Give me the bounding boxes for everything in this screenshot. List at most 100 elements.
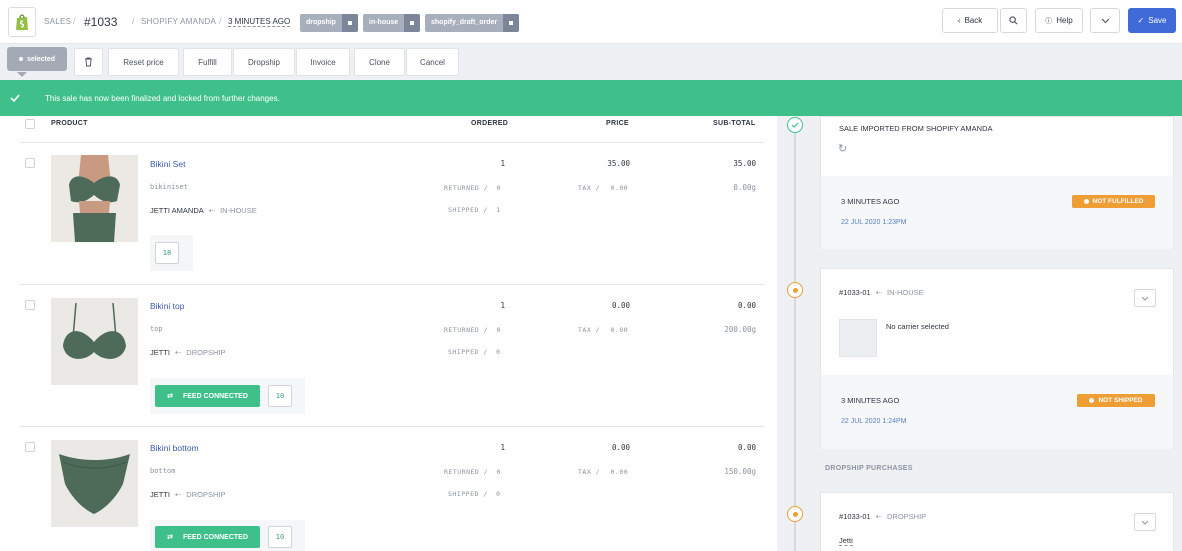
fulfillment-menu-button[interactable] xyxy=(1134,289,1156,307)
weight-value: 0.00g xyxy=(733,183,756,192)
shipped-row: SHIPPED / 1 xyxy=(448,206,501,214)
search-button[interactable] xyxy=(1000,8,1027,33)
timeline-check-icon xyxy=(787,117,803,133)
action-toolbar: selected Reset price Fulfill Dropship In… xyxy=(0,44,1182,80)
column-header-ordered[interactable]: ORDERED xyxy=(471,120,508,127)
tag-remove-icon[interactable] xyxy=(341,14,358,32)
order-time: 3 MINUTES AGO xyxy=(228,17,291,27)
fulfillment-id: #1033-01 xyxy=(839,288,871,297)
fulfill-button[interactable]: Fulfill xyxy=(183,48,232,76)
product-name-link[interactable]: Bikini bottom xyxy=(150,443,199,453)
timeline-line xyxy=(794,120,796,551)
sync-icon: ⇄ xyxy=(167,393,173,400)
help-button[interactable]: ⓘ Help xyxy=(1035,8,1083,33)
dropship-menu-button[interactable] xyxy=(1134,513,1156,531)
imported-title: SALE IMPORTED FROM SHOPIFY AMANDA xyxy=(839,124,993,133)
product-name-link[interactable]: Bikini Set xyxy=(150,159,185,169)
feed-connected-button[interactable]: ⇄ FEED CONNECTED xyxy=(155,526,260,548)
breadcrumb-separator: / xyxy=(132,16,135,26)
order-number: #1033 xyxy=(84,15,118,29)
subtotal-value: 35.00 xyxy=(733,159,756,168)
weight-value: 150.00g xyxy=(724,467,756,476)
invoice-button[interactable]: Invoice xyxy=(296,48,350,76)
dropship-kind: DROPSHIP xyxy=(887,512,927,521)
select-all-checkbox[interactable] xyxy=(25,119,35,129)
check-icon xyxy=(10,94,20,102)
weight-value: 200.00g xyxy=(724,325,756,334)
delete-button[interactable] xyxy=(74,48,103,76)
timeline-pending-icon xyxy=(787,282,803,298)
product-image xyxy=(51,155,138,242)
tag-shopify-draft-order[interactable]: shopify_draft_order xyxy=(425,14,520,32)
ordered-value: 1 xyxy=(500,159,505,168)
more-dropdown-button[interactable] xyxy=(1090,8,1120,33)
dropship-purchases-heading: DROPSHIP PURCHASES xyxy=(825,465,913,472)
tag-in-house[interactable]: in-house xyxy=(363,14,421,32)
tax-row: TAX / 0.00 xyxy=(578,184,629,192)
trash-icon xyxy=(85,57,92,67)
product-vendor: JETTI ⇠ DROPSHIP xyxy=(150,490,226,499)
dropship-purchase-card: #1033-01 ⇠ DROPSHIP Jetti xyxy=(820,492,1174,551)
count-dot-icon xyxy=(18,57,23,61)
cancel-button[interactable]: Cancel xyxy=(406,48,459,76)
product-name-link[interactable]: Bikini top xyxy=(150,301,185,311)
shipped-row: SHIPPED / 0 xyxy=(448,490,501,498)
quantity-box[interactable]: 10 xyxy=(268,385,292,407)
tag-remove-icon[interactable] xyxy=(503,14,520,32)
finalized-banner: This sale has now been finalized and loc… xyxy=(0,80,1182,116)
dropship-button[interactable]: Dropship xyxy=(233,48,295,76)
fulfillment-time-ago: 3 MINUTES AGO xyxy=(841,396,900,405)
returned-row: RETURNED / 0 xyxy=(444,326,501,334)
column-header-product[interactable]: PRODUCT xyxy=(51,120,88,127)
sync-icon: ⇄ xyxy=(167,534,173,541)
chevron-left-icon: ‹ xyxy=(957,16,961,25)
row-checkbox[interactable] xyxy=(25,442,35,452)
fulfillment-card: #1033-01 ⇠ IN-HOUSE No carrier selected … xyxy=(820,268,1174,449)
column-header-subtotal[interactable]: SUB-TOTAL xyxy=(713,120,756,127)
search-icon xyxy=(1009,16,1018,25)
status-badge: NOT SHIPPED xyxy=(1077,394,1155,407)
reset-price-button[interactable]: Reset price xyxy=(108,48,179,76)
feed-connected-button[interactable]: ⇄ FEED CONNECTED xyxy=(155,385,260,407)
status-badge: NOT FULFILLED xyxy=(1072,195,1155,208)
fulfillment-route-icon: ⇠ xyxy=(208,206,216,215)
table-row: Bikini bottom bottom JETTI ⇠ DROPSHIP ⇄ F… xyxy=(0,427,770,551)
refresh-icon[interactable]: ↻ xyxy=(838,142,847,155)
selected-dropdown[interactable]: selected xyxy=(7,47,67,77)
chevron-down-icon xyxy=(1141,520,1149,525)
row-checkbox[interactable] xyxy=(25,158,35,168)
product-sku: top xyxy=(150,325,163,333)
breadcrumb-separator: / xyxy=(219,16,222,26)
fulfillment-route-icon: ⇠ xyxy=(875,288,882,297)
price-value: 0.00 xyxy=(611,301,630,310)
returned-row: RETURNED / 0 xyxy=(444,468,501,476)
price-value: 0.00 xyxy=(611,443,630,452)
breadcrumb-sales[interactable]: SALES xyxy=(44,17,71,26)
quantity-box[interactable]: 18 xyxy=(155,242,179,264)
subtotal-value: 0.00 xyxy=(737,443,756,452)
banner-text: This sale has now been finalized and loc… xyxy=(45,93,280,103)
product-sku: bikiniset xyxy=(150,183,188,191)
fulfillment-route-icon: ⇠ xyxy=(175,490,182,499)
clone-button[interactable]: Clone xyxy=(354,48,405,76)
save-button[interactable]: ✓ Save xyxy=(1128,8,1176,33)
shopify-logo-icon xyxy=(8,7,36,37)
timeline-pending-icon xyxy=(787,506,803,522)
tax-row: TAX / 0.00 xyxy=(578,468,629,476)
quantity-box[interactable]: 10 xyxy=(268,526,292,548)
dropship-vendor-link[interactable]: Jetti xyxy=(839,536,853,546)
table-row: Bikini top top JETTI ⇠ DROPSHIP ⇄ FEED CO… xyxy=(0,285,770,426)
tax-row: TAX / 0.00 xyxy=(578,326,629,334)
row-checkbox[interactable] xyxy=(25,300,35,310)
product-vendor: JETTI ⇠ DROPSHIP xyxy=(150,348,226,357)
carrier-logo-placeholder xyxy=(839,319,877,357)
product-image xyxy=(51,440,138,527)
product-vendor: JETTI AMANDA ⇠ IN-HOUSE xyxy=(150,206,257,215)
tag-remove-icon[interactable] xyxy=(404,14,421,32)
column-header-price[interactable]: PRICE xyxy=(606,120,629,127)
tag-dropship[interactable]: dropship xyxy=(300,14,358,32)
ordered-value: 1 xyxy=(500,301,505,310)
breadcrumb-separator: / xyxy=(73,16,76,26)
back-button[interactable]: ‹ Back xyxy=(942,8,998,33)
chevron-down-icon xyxy=(1101,18,1109,23)
